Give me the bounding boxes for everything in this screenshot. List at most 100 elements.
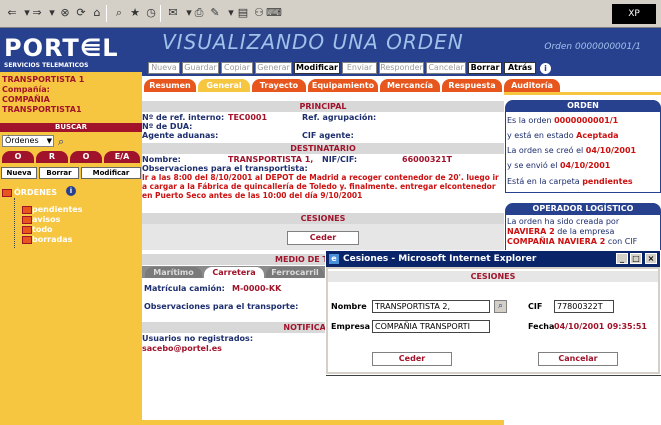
search-icon[interactable]: ⌕	[112, 6, 126, 20]
order-id: Orden 0000000001/1	[544, 42, 641, 52]
folder-icon	[22, 226, 32, 234]
dialog-ceder-button[interactable]: Ceder	[372, 352, 452, 366]
tab-equipamiento[interactable]: Equipamiento	[308, 79, 378, 92]
dialog-title-bar[interactable]: e Cesiones - Microsoft Internet Explorer…	[326, 251, 660, 267]
dialog-title: Cesiones - Microsoft Internet Explorer	[343, 254, 537, 264]
tab-respuesta[interactable]: Respuesta	[442, 79, 502, 92]
order-number: 0000000001/1	[554, 116, 619, 125]
logo-subtitle: SERVICIOS TELEMATICOS	[4, 62, 89, 69]
info-icon[interactable]: i	[540, 63, 551, 74]
cesiones-header: CESIONES	[142, 213, 504, 224]
tab-carretera[interactable]: Carretera	[204, 267, 264, 278]
back-icon[interactable]: ⇐	[5, 6, 19, 20]
search-icon[interactable]: ⌕	[58, 135, 64, 149]
tree-line	[14, 198, 15, 248]
forward-icon[interactable]: ⇒	[30, 6, 44, 20]
info-icon[interactable]: i	[66, 186, 76, 196]
created-date: 04/10/2001	[585, 146, 637, 155]
sent-date-line: y se envió el 04/10/2001	[507, 161, 661, 170]
operador-line1: La orden ha sido creada por	[507, 217, 620, 226]
refresh-icon[interactable]: ⟳	[74, 6, 88, 20]
status-badge: Aceptada	[576, 131, 619, 140]
tab-mercancia[interactable]: Mercancía	[380, 79, 440, 92]
generate-button[interactable]: Generar	[255, 62, 292, 74]
dialog-empresa-input[interactable]: COMPAÑIA TRANSPORTI	[372, 320, 490, 333]
sidebar-modify-button[interactable]: Modificar	[81, 167, 141, 179]
tree-item-pendientes[interactable]: pendientes	[32, 205, 82, 214]
discuss-icon[interactable]: ▤	[236, 6, 250, 20]
ordenes-label[interactable]: ÓRDENES	[14, 188, 57, 197]
operador-text: de la empresa	[554, 227, 615, 236]
browser-toolbar: ⇐ ▾ ⇒ ▾ ⊗ ⟳ ⌂ ⌕ ★ ◷ ✉ ▾ ⎙ ✎ ▾ ▤ ⚇ ⌨ XP	[0, 0, 661, 28]
search-tab-o[interactable]: O	[2, 151, 34, 163]
tab-general[interactable]: General	[198, 79, 250, 92]
messenger-icon[interactable]: ⚇	[252, 6, 266, 20]
folder-icon	[22, 216, 32, 224]
tab-trayecto[interactable]: Trayecto	[252, 79, 306, 92]
dialog-nombre-input[interactable]: TRANSPORTISTA 2,	[372, 300, 490, 313]
matricula-value: M-0000-KK	[232, 284, 282, 293]
operador-line2: NAVIERA 2 de la empresa	[507, 227, 661, 236]
minimize-icon[interactable]: _	[616, 253, 628, 264]
close-icon[interactable]: ×	[645, 253, 657, 264]
agrupacion-label: Ref. agrupación:	[302, 113, 377, 122]
search-tab-o2[interactable]: O	[70, 151, 102, 163]
copy-button[interactable]: Copiar	[221, 62, 253, 74]
dialog-cif-input[interactable]: 77800322T	[554, 300, 614, 313]
ref-label: Nº de ref. interno:	[142, 113, 225, 122]
save-button[interactable]: Guardar	[182, 62, 219, 74]
research-icon[interactable]: ⌨	[266, 6, 282, 20]
status-label: y está en estado	[507, 131, 577, 140]
dua-label: Nº de DUA:	[142, 122, 193, 131]
observaciones-text: Ir a las 8:00 del 8/10/2001 al DEPOT de …	[142, 173, 499, 200]
search-type-select[interactable]: Órdenes ▼	[2, 135, 54, 147]
ceder-button[interactable]: Ceder	[287, 231, 359, 245]
email-value: sacebo@portel.es	[142, 344, 222, 353]
dialog-cesiones-header: CESIONES	[328, 271, 658, 282]
back-button[interactable]: Atrás	[504, 62, 536, 74]
created-label: La orden se creó el	[507, 146, 586, 155]
tab-resumen[interactable]: Resumen	[144, 79, 196, 92]
dropdown-icon[interactable]: ▾	[45, 6, 59, 20]
tab-ferrocarril[interactable]: Ferrocarril	[266, 267, 324, 278]
toolbar-separator	[160, 5, 161, 22]
dialog-cancelar-button[interactable]: Cancelar	[538, 352, 618, 366]
mail-icon[interactable]: ✉	[166, 6, 180, 20]
matricula-label: Matrícula camión:	[144, 284, 225, 293]
sent-date: 04/10/2001	[559, 161, 611, 170]
home-icon[interactable]: ⌂	[90, 6, 104, 20]
sidebar-delete-button[interactable]: Borrar	[39, 167, 79, 179]
print-icon[interactable]: ⎙	[192, 6, 206, 20]
observaciones-label: Observaciones para el transportista:	[142, 164, 308, 173]
ie-icon: e	[329, 254, 339, 264]
maximize-icon[interactable]: □	[630, 253, 642, 264]
new-button[interactable]: Nueva	[148, 62, 180, 74]
reply-button[interactable]: Responder	[379, 62, 424, 74]
search-icon[interactable]: ⌕	[494, 300, 507, 313]
edit-icon[interactable]: ✎	[208, 6, 222, 20]
tree-item-avisos[interactable]: avisos	[32, 215, 60, 224]
modify-button[interactable]: Modificar	[294, 62, 340, 74]
tab-auditoria[interactable]: Auditoría	[504, 79, 560, 92]
company-name-1: COMPAÑIA	[2, 95, 50, 104]
history-icon[interactable]: ◷	[144, 6, 158, 20]
nombre-value: TRANSPORTISTA 1,	[228, 155, 314, 164]
tree-item-todo[interactable]: todo	[32, 225, 53, 234]
search-tab-ea[interactable]: E/A	[104, 151, 140, 163]
tree-item-borradas[interactable]: borradas	[32, 235, 72, 244]
delete-button[interactable]: Borrar	[468, 62, 502, 74]
cancel-button[interactable]: Cancelar	[426, 62, 466, 74]
dialog-fecha-value: 04/10/2001 09:35:51	[554, 322, 647, 331]
obs-transporte-label: Observaciones para el transporte:	[144, 302, 299, 311]
folder-icon	[22, 206, 32, 214]
send-button[interactable]: Enviar	[342, 62, 377, 74]
favorites-icon[interactable]: ★	[128, 6, 142, 20]
nif-value: 66000321T	[402, 155, 452, 164]
stop-icon[interactable]: ⊗	[58, 6, 72, 20]
folder-icon	[2, 189, 12, 197]
tab-maritimo[interactable]: Marítimo	[145, 267, 202, 278]
company-label: Compañía:	[2, 85, 50, 94]
sidebar-new-button[interactable]: Nueva	[1, 167, 37, 179]
operador-line3: COMPAÑIA NAVIERA 2 con CIF	[507, 237, 661, 246]
search-tab-r[interactable]: R	[36, 151, 68, 163]
